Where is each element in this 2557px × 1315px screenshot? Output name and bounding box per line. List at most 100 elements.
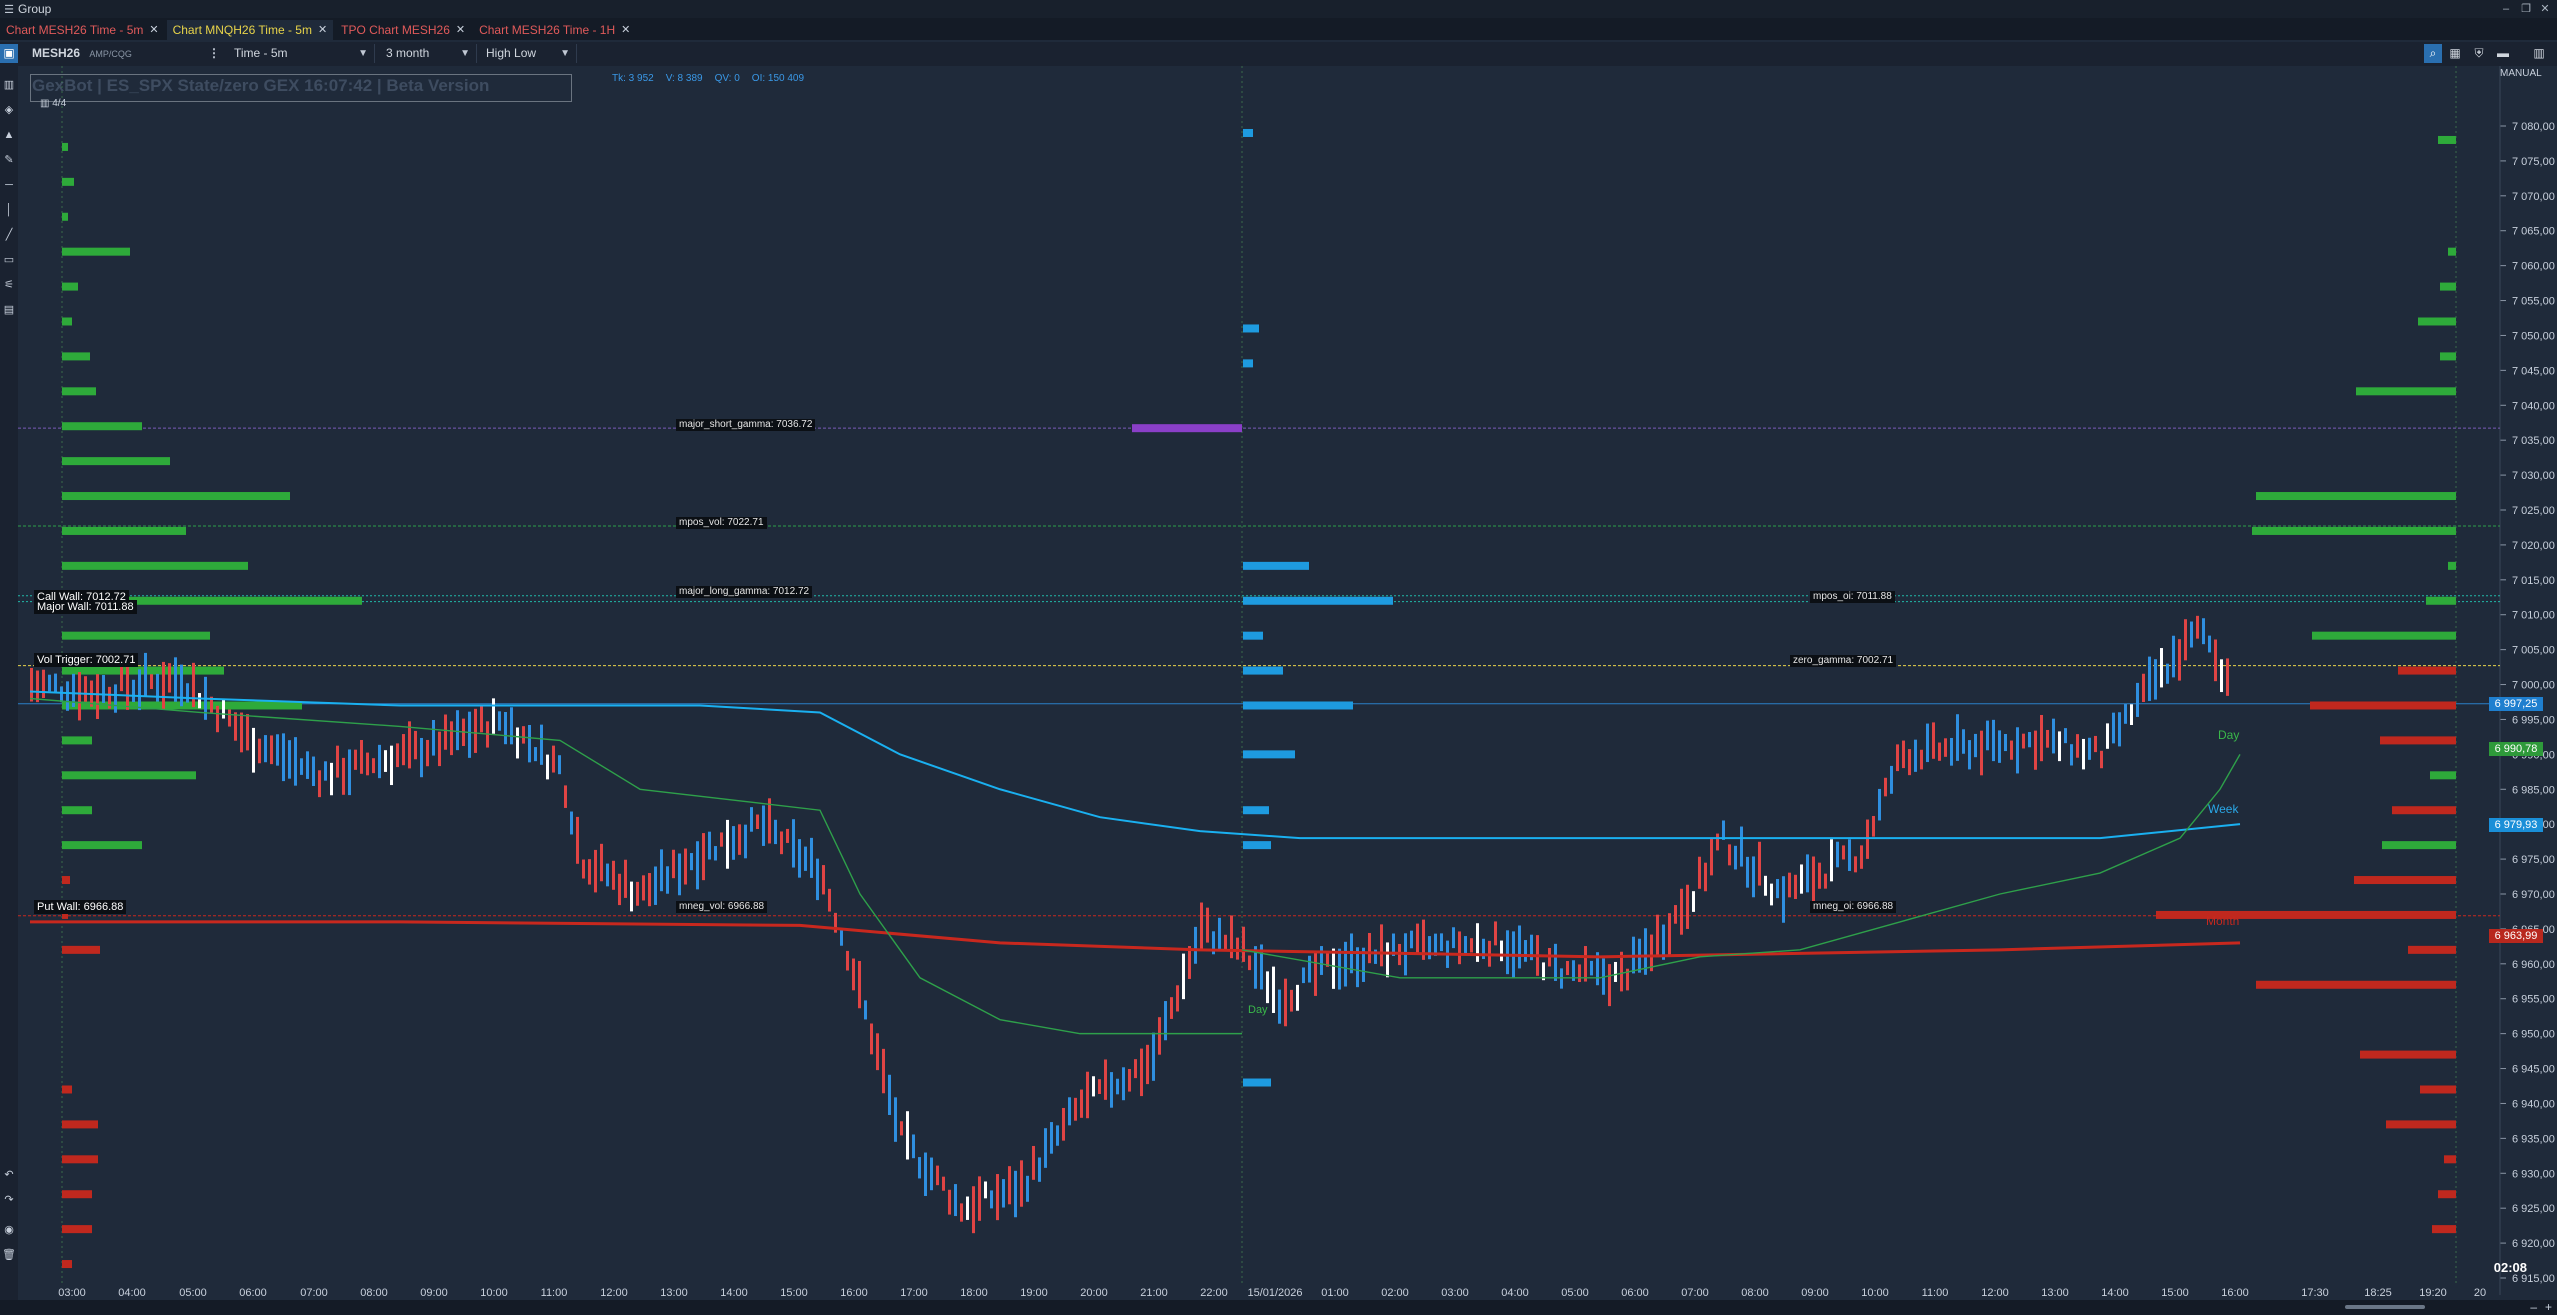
price-bar (1302, 967, 1305, 984)
price-bar (954, 1184, 957, 1217)
price-bar (1104, 1059, 1107, 1100)
price-bar (1842, 845, 1845, 860)
clock: 02:08 (2493, 1260, 2527, 1275)
price-bar (2190, 621, 2193, 648)
session-profile-bar (2382, 841, 2456, 850)
price-bar (192, 662, 195, 708)
session-profile-bar (2426, 596, 2456, 605)
price-bar (396, 743, 399, 768)
volume-profile-bar (62, 666, 224, 675)
price-bar (1794, 874, 1797, 900)
session-profile-bar (2438, 1190, 2456, 1199)
price-bar (114, 684, 117, 713)
price-bar (558, 755, 561, 775)
price-bar (306, 751, 309, 779)
price-bar (1716, 833, 1719, 851)
session-profile-bar (2310, 701, 2456, 710)
session-profile-bar (2256, 492, 2456, 501)
price-bar (276, 734, 279, 766)
time-tick-label: 22:00 (1200, 1287, 1228, 1299)
level-label-mpos-vol: mpos_vol: 7022.71 (676, 517, 767, 529)
price-bar (1368, 932, 1371, 964)
price-bar (1578, 964, 1581, 983)
price-bar (684, 848, 687, 885)
price-bar (1314, 952, 1317, 996)
price-bar (1170, 997, 1173, 1019)
price-bar (54, 673, 57, 694)
time-tick-label: 10:00 (480, 1287, 508, 1299)
time-tick-label: 05:00 (1561, 1287, 1589, 1299)
session-profile-bar (1243, 701, 1353, 710)
price-bar (1500, 940, 1503, 962)
session-profile-bar (2430, 771, 2456, 780)
price-chart[interactable]: 7 080,00 7 075,00 7 070,00 7 065,00 7 060,00… (0, 0, 2557, 1315)
price-bar (2004, 733, 2007, 752)
price-bar (1032, 1145, 1035, 1180)
price-bar (42, 669, 45, 699)
volume-profile-bar (62, 387, 96, 396)
price-bar (690, 853, 693, 871)
price-bar (2112, 712, 2115, 744)
price-bar (660, 849, 663, 892)
price-bar (414, 730, 417, 760)
zoom-in-icon[interactable]: + (2545, 1300, 2552, 1314)
price-bar (1692, 891, 1695, 912)
price-bar (882, 1048, 885, 1094)
price-bar (600, 843, 603, 882)
price-tick-label: 6 950,00 (2512, 1029, 2555, 1041)
session-profile-bar (1243, 1078, 1271, 1087)
price-bar (810, 837, 813, 878)
time-tick-label: 07:00 (300, 1287, 328, 1299)
price-bar (1518, 925, 1521, 969)
price-bar (2166, 663, 2169, 684)
session-profile-bar (1243, 128, 1253, 137)
time-tick-label: 08:00 (1741, 1287, 1769, 1299)
price-bar (714, 846, 717, 861)
price-bar (1554, 943, 1557, 981)
price-tick-label: 6 960,00 (2512, 959, 2555, 971)
volume-profile-bar (62, 212, 68, 221)
price-tick-label: 7 055,00 (2512, 296, 2555, 308)
price-bar (1086, 1071, 1089, 1119)
volume-profile-bar (62, 422, 142, 431)
price-bar (846, 950, 849, 971)
price-bar (990, 1190, 993, 1209)
indicator-counter[interactable]: ▥ 4/4 (40, 98, 66, 109)
price-bar (1068, 1097, 1071, 1126)
status-bar: – + (0, 1300, 2557, 1315)
price-tick-label: 7 045,00 (2512, 365, 2555, 377)
price-bar (1506, 930, 1509, 975)
price-bar (1854, 856, 1857, 873)
price-bar (1014, 1170, 1017, 1218)
price-bar (426, 739, 429, 767)
price-bar (234, 712, 237, 741)
counter-value: 4/4 (52, 98, 67, 109)
time-tick-label: 05:00 (179, 1287, 207, 1299)
zoom-out-icon[interactable]: – (2530, 1300, 2537, 1314)
price-bar (312, 756, 315, 787)
time-tick-label: 18:00 (960, 1287, 988, 1299)
price-bar (150, 674, 153, 690)
price-bar (912, 1134, 915, 1159)
info-item: V: 8 389 (665, 73, 703, 84)
vwap-week-label: Week (2208, 802, 2239, 816)
price-bar (1308, 955, 1311, 983)
price-bar (1038, 1157, 1041, 1182)
price-bar (1908, 749, 1911, 776)
info-item: Tk: 3 952 (612, 73, 654, 84)
time-tick-label: 17:00 (900, 1287, 928, 1299)
price-bar (1824, 873, 1827, 889)
level-label-mneg-oi: mneg_oi: 6966.88 (1810, 901, 1897, 913)
horizontal-scrollbar[interactable] (2345, 1305, 2425, 1309)
price-bar (1944, 738, 1947, 757)
price-bar (2046, 729, 2049, 748)
price-bar (324, 761, 327, 781)
price-tick-label: 6 975,00 (2512, 854, 2555, 866)
price-bar (1284, 978, 1287, 1027)
price-bar (1020, 1160, 1023, 1207)
time-tick-label: 18:25 (2364, 1287, 2392, 1299)
price-bar (1998, 730, 2001, 763)
session-profile-bar (2432, 1225, 2456, 1234)
price-bar (1722, 820, 1725, 840)
price-bar (1926, 723, 1929, 763)
